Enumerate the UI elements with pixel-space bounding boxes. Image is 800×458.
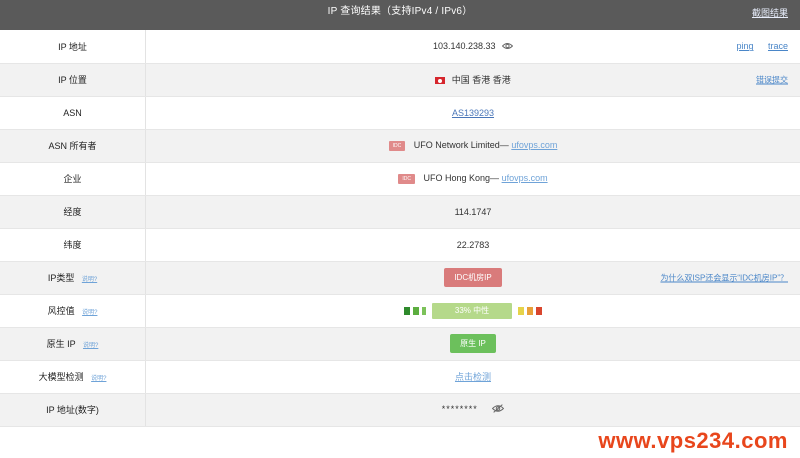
table-row-asn: ASN AS139293 — [0, 96, 800, 130]
row-label: 企业 — [0, 162, 146, 196]
risk-segment — [404, 306, 410, 315]
trace-link[interactable]: trace — [768, 41, 788, 51]
table-row-llm: 大模型检测 说明? 点击检测 — [0, 360, 800, 394]
row-label: IP 地址 — [0, 30, 146, 64]
click-detect-link[interactable]: 点击检测 — [455, 372, 491, 382]
risk-segment — [422, 306, 426, 315]
risk-segment — [413, 306, 419, 315]
asn-owner-name: UFO Network Limited— — [413, 140, 509, 151]
risk-segment — [527, 306, 533, 315]
row-label: 风控值 — [47, 306, 75, 316]
row-label: IP类型 — [47, 273, 75, 283]
asn-owner-domain-link[interactable]: ufovps.com — [511, 140, 557, 150]
ip-numeric-masked: ******** — [441, 403, 478, 414]
row-label: ASN 所有者 — [0, 129, 146, 163]
help-link[interactable]: 说明? — [91, 376, 106, 382]
help-link[interactable]: 说明? — [82, 310, 97, 316]
table-row-longitude: 经度 114.1747 — [0, 195, 800, 229]
native-ip-badge: 原生 IP — [450, 334, 496, 353]
table-row-ip: IP 地址 103.140.238.33 ping trace — [0, 30, 800, 64]
location-value: 中国 香港 香港 — [451, 75, 511, 85]
row-label: 原生 IP — [46, 339, 76, 349]
table-row-ip-numeric: IP 地址(数字) ******** — [0, 393, 800, 427]
risk-value-bar: 33% 中性 — [432, 302, 512, 319]
table-row-risk: 风控值 说明? 33% 中性 — [0, 294, 800, 328]
table-row-latitude: 纬度 22.2783 — [0, 228, 800, 262]
help-link[interactable]: 说明? — [83, 343, 98, 349]
ip-address-value: 103.140.238.33 — [432, 40, 496, 51]
company-name: UFO Hong Kong— — [423, 173, 500, 184]
header-bar: IP 查询结果（支持IPv4 / IPv6） 截图结果 — [0, 0, 800, 30]
idc-tag: IDC — [388, 140, 406, 151]
asn-link[interactable]: AS139293 — [452, 108, 494, 118]
row-label: 纬度 — [0, 228, 146, 262]
eye-off-icon[interactable] — [492, 404, 505, 415]
page-title: IP 查询结果（支持IPv4 / IPv6） — [327, 6, 473, 17]
row-label: IP 位置 — [0, 63, 146, 97]
idc-tag: IDC — [398, 173, 415, 184]
idc-ip-badge: IDC机房IP — [444, 268, 502, 287]
why-idc-link[interactable]: 为什么双ISP还会显示“IDC机房IP”？ — [660, 272, 788, 283]
row-label: ASN — [0, 96, 146, 130]
table-row-asn-owner: ASN 所有者 IDC UFO Network Limited— ufovps.… — [0, 129, 800, 163]
report-error-link[interactable]: 错误提交 — [756, 74, 788, 85]
eye-icon[interactable] — [501, 42, 514, 52]
row-label: 经度 — [0, 195, 146, 229]
help-link[interactable]: 说明? — [82, 277, 97, 283]
hk-flag-icon — [435, 77, 446, 85]
table-row-native: 原生 IP 说明? 原生 IP — [0, 327, 800, 361]
screenshot-result-link[interactable]: 截图结果 — [752, 6, 788, 19]
risk-meter: 33% 中性 — [404, 302, 542, 319]
risk-segment — [518, 306, 524, 315]
table-row-location: IP 位置 中国 香港 香港 错误提交 — [0, 63, 800, 97]
latitude-value: 22.2783 — [145, 228, 800, 262]
results-table: IP 地址 103.140.238.33 ping trace IP 位置 中国… — [0, 30, 800, 427]
row-label: IP 地址(数字) — [0, 393, 146, 427]
table-row-ip-type: IP类型 说明? IDC机房IP 为什么双ISP还会显示“IDC机房IP”？ — [0, 261, 800, 295]
longitude-value: 114.1747 — [145, 195, 800, 229]
company-domain-link[interactable]: ufovps.com — [502, 173, 548, 183]
watermark: www.vps234.com — [598, 428, 788, 453]
ping-link[interactable]: ping — [736, 41, 753, 51]
risk-segment — [536, 306, 542, 315]
row-label: 大模型检测 — [38, 372, 84, 382]
table-row-company: 企业 IDC UFO Hong Kong— ufovps.com — [0, 162, 800, 196]
